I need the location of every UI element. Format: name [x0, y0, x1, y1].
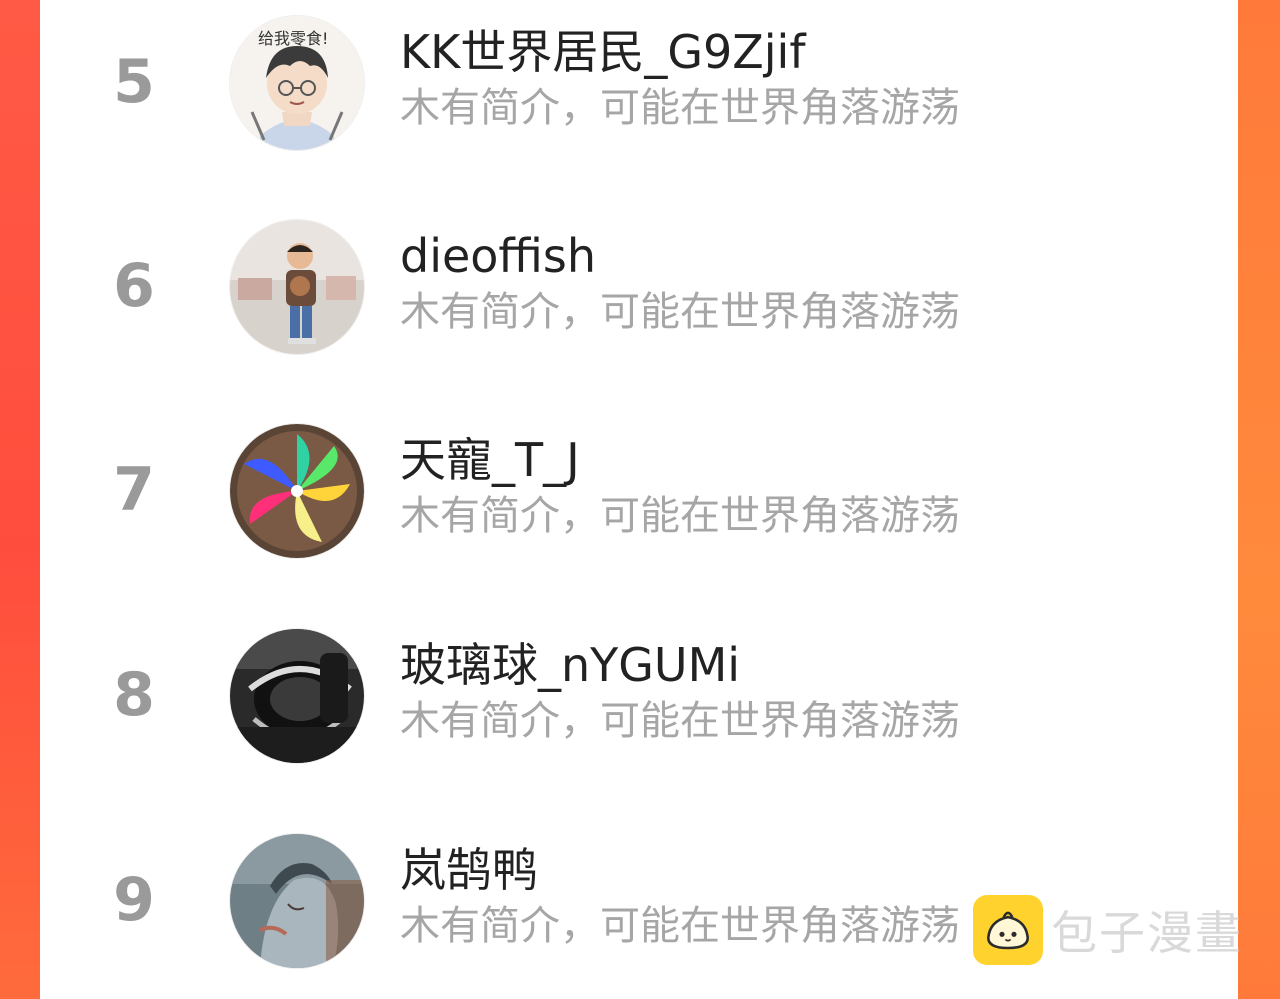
watermark-text: 包子漫畫	[1051, 906, 1243, 960]
rank-number: 9	[113, 865, 155, 935]
user-name[interactable]: 玻璃球_nYGUMi	[400, 639, 740, 691]
watermark: 包子漫畫	[973, 893, 1243, 967]
user-bio: 木有简介，可能在世界角落游荡	[400, 289, 960, 335]
right-edge-background	[1238, 0, 1280, 999]
rank-number: 6	[113, 251, 155, 321]
user-bio: 木有简介，可能在世界角落游荡	[400, 85, 960, 131]
cartoon-boy-avatar-icon[interactable]: 给我零食!	[230, 16, 364, 150]
ranking-list-panel: 5 给我零食! KK世界居民_G9Zjif 木有简介，可能在世界角落游荡 6 d…	[40, 0, 1238, 999]
user-name[interactable]: KK世界居民_G9Zjif	[400, 26, 806, 78]
ranking-row[interactable]: 8 玻璃球_nYGUMi 木有简介，可能在世界角落游荡	[40, 621, 1238, 771]
ranking-row[interactable]: 7 天寵_T_J 木有简介，可能在世界角落游荡	[40, 416, 1238, 566]
pinwheel-avatar-icon[interactable]	[230, 424, 364, 558]
ranking-row[interactable]: 5 给我零食! KK世界居民_G9Zjif 木有简介，可能在世界角落游荡	[40, 8, 1238, 158]
baozi-logo-icon	[973, 895, 1043, 965]
rank-number: 8	[113, 660, 155, 730]
rank-number: 7	[113, 455, 155, 525]
user-name[interactable]: dieoffish	[400, 230, 596, 282]
anime-illustration-avatar-icon[interactable]	[230, 834, 364, 968]
black-white-object-avatar-icon[interactable]	[230, 629, 364, 763]
svg-text:给我零食!: 给我零食!	[258, 29, 328, 48]
ranking-row[interactable]: 6 dieoffish 木有简介，可能在世界角落游荡	[40, 212, 1238, 362]
child-photo-avatar-icon[interactable]	[230, 220, 364, 354]
user-bio: 木有简介，可能在世界角落游荡	[400, 493, 960, 539]
rank-number: 5	[113, 47, 155, 117]
user-name[interactable]: 天寵_T_J	[400, 434, 580, 486]
user-name[interactable]: 岚鹄鸭	[400, 844, 538, 896]
user-bio: 木有简介，可能在世界角落游荡	[400, 698, 960, 744]
user-bio: 木有简介，可能在世界角落游荡	[400, 903, 960, 949]
